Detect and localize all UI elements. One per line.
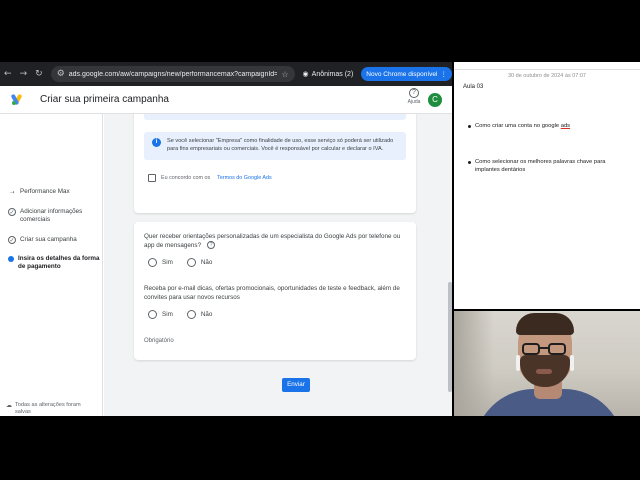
reload-icon[interactable]: ↻	[31, 62, 47, 86]
help-button[interactable]: ? Ajuda	[404, 88, 424, 105]
incognito-icon: ◉	[302, 71, 309, 78]
info-strip	[144, 114, 406, 120]
check-circle-icon: ✓	[8, 236, 16, 244]
radio-label: Não	[200, 259, 213, 266]
back-icon[interactable]: ←	[0, 62, 16, 86]
sidebar-step-create-campaign[interactable]: ✓ Criar sua campanha	[8, 236, 100, 244]
radio-circle	[186, 310, 196, 319]
email-tips-no-radio[interactable]: Não	[186, 310, 213, 319]
webcam-feed	[454, 311, 640, 416]
note-date: 30 de outubro de 2024 às 07:07	[508, 73, 586, 79]
terms-text: Eu concordo com os	[161, 175, 211, 181]
step-label: Insira os detalhes da forma de pagamento	[18, 255, 100, 270]
radio-label: Sim	[162, 311, 173, 318]
terms-link[interactable]: Termos do Google Ads	[217, 175, 272, 181]
browser-toolbar: ← → ↻ ⚙ ads.google.com/aw/campaigns/new/…	[0, 62, 452, 86]
radio-label: Sim	[162, 259, 173, 266]
payment-card: i Se você selecionar "Empresa" como fina…	[134, 114, 416, 213]
incognito-indicator[interactable]: ◉ Anônimas (2)	[302, 70, 354, 79]
radio-circle	[148, 258, 157, 267]
page-title: Criar sua primeira campanha	[40, 94, 169, 105]
phone-guidance-no-radio[interactable]: Não	[186, 258, 213, 267]
info-icon: i	[152, 138, 161, 147]
bookmark-star-icon[interactable]: ☆	[281, 70, 288, 79]
note-item-text: Como selecionar os melhores palavras cha…	[475, 159, 606, 173]
incognito-label: Anônimas (2)	[311, 70, 354, 78]
check-circle-icon: ✓	[8, 208, 16, 216]
note-list-item[interactable]: Como criar uma conta no google ads	[468, 122, 628, 130]
note-title[interactable]: Aula 03	[463, 84, 483, 90]
radio-circle	[148, 310, 157, 319]
main-content: i Se você selecionar "Empresa" como fina…	[104, 114, 452, 416]
scrollbar-thumb[interactable]	[448, 282, 452, 392]
email-tips-question: Receba por e-mail dicas, ofertas promoci…	[144, 285, 400, 301]
forward-icon[interactable]: →	[16, 62, 32, 86]
email-tips-yes-radio[interactable]: Sim	[148, 310, 173, 319]
step-label: Criar sua campanha	[20, 236, 77, 243]
terms-agreement: Eu concordo com os Termos do Google Ads	[148, 174, 272, 182]
sidebar-step-business-info[interactable]: ✓ Adicionar informações comerciais	[8, 208, 100, 224]
arrow-icon: ➝	[9, 189, 15, 196]
help-label: Ajuda	[407, 99, 421, 105]
notes-toolbar	[454, 62, 640, 70]
help-icon: ?	[409, 88, 419, 98]
submit-button[interactable]: Enviar	[282, 378, 310, 392]
phone-guidance-yes-radio[interactable]: Sim	[148, 258, 173, 267]
avatar[interactable]: C	[428, 93, 442, 107]
steps-sidebar: ➝ Performance Max ✓ Adicionar informaçõe…	[0, 114, 103, 416]
cloud-done-icon: ☁	[6, 403, 12, 409]
vat-info-text: Se você selecionar "Empresa" como finali…	[167, 138, 394, 152]
note-item-text: Como criar uma conta no google ads	[475, 123, 571, 129]
google-ads-logo-icon[interactable]	[10, 93, 24, 106]
more-menu-icon: ⋮	[440, 71, 447, 78]
phone-guidance-question: Quer receber orientações personalizadas …	[144, 232, 406, 250]
browser-window: ← → ↻ ⚙ ads.google.com/aw/campaigns/new/…	[0, 62, 452, 416]
save-status-text: Todas as alterações foram salvas	[15, 402, 81, 415]
vat-info-box: i Se você selecionar "Empresa" como fina…	[144, 132, 406, 160]
required-label: Obrigatório	[144, 338, 174, 344]
radio-label: Não	[200, 311, 213, 318]
address-bar[interactable]: ⚙ ads.google.com/aw/campaigns/new/perfor…	[50, 66, 295, 82]
sidebar-step-performance-max[interactable]: ➝ Performance Max	[8, 188, 100, 196]
bullet-icon	[468, 124, 471, 128]
update-chrome-label: Novo Chrome disponível	[366, 70, 438, 78]
step-label: Performance Max	[20, 188, 70, 195]
current-step-icon	[8, 256, 14, 262]
save-status: ☁ Todas as alterações foram salvas	[6, 402, 95, 416]
bullet-icon	[468, 160, 471, 164]
question-text: Quer receber orientações personalizadas …	[144, 233, 401, 249]
help-icon[interactable]: ?	[207, 241, 216, 250]
sidebar-step-payment-details[interactable]: Insira os detalhes da forma de pagamento	[8, 255, 100, 271]
app-header: Criar sua primeira campanha ? Ajuda C	[0, 86, 452, 114]
terms-checkbox[interactable]	[148, 174, 156, 182]
phone-guidance-options: Sim Não	[148, 258, 212, 267]
update-chrome-button[interactable]: Novo Chrome disponível ⋮	[361, 67, 452, 81]
step-label: Adicionar informações comerciais	[20, 208, 83, 223]
notes-window: 30 de outubro de 2024 às 07:07 Aula 03 C…	[454, 62, 640, 309]
note-list-item[interactable]: Como selecionar os melhores palavras cha…	[468, 158, 628, 174]
site-info-icon[interactable]: ⚙	[57, 69, 65, 79]
url-text: ads.google.com/aw/campaigns/new/performa…	[68, 70, 278, 78]
radio-circle	[186, 258, 196, 267]
email-tips-options: Sim Não	[148, 310, 212, 319]
preferences-card: Quer receber orientações personalizadas …	[134, 222, 416, 360]
